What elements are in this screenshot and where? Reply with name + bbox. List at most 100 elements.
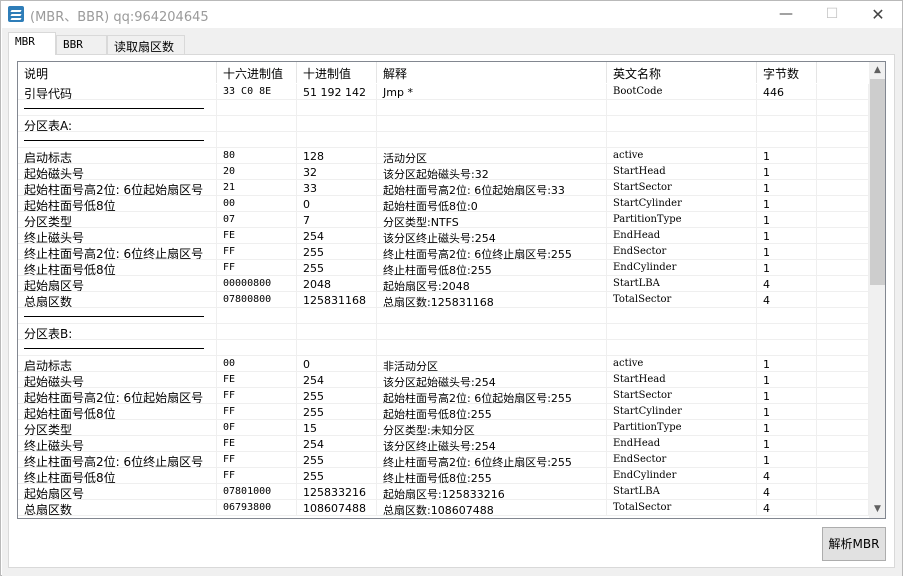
scroll-thumb[interactable]: [870, 79, 885, 285]
table-cell: 446: [757, 84, 817, 100]
table-cell: [18, 100, 217, 116]
column-header-english-name[interactable]: 英文名称: [607, 62, 757, 83]
table-cell: 该分区起始磁头号:32: [377, 164, 607, 180]
table-cell: 起始柱面号高2位: 6位起始扇区号:255: [377, 388, 607, 404]
column-header-explanation[interactable]: 解释: [377, 62, 607, 83]
table-cell: 分区类型:NTFS: [377, 212, 607, 228]
table-cell: FE: [217, 228, 297, 244]
table-row[interactable]: 起始柱面号高2位: 6位起始扇区号 FF 255 起始柱面号高2位: 6位起始扇区号:…: [18, 388, 869, 404]
table-row[interactable]: 分区类型 0F 15 分区类型:未知分区 PartitionType 1: [18, 420, 869, 436]
table-cell: StartHead: [607, 164, 757, 180]
table-row[interactable]: 终止柱面号高2位: 6位终止扇区号 FF 255 终止柱面号高2位: 6位终止扇区号:…: [18, 452, 869, 468]
table-row[interactable]: [18, 308, 869, 324]
table-cell: FF: [217, 244, 297, 260]
table-cell: 1: [757, 372, 817, 388]
table-row[interactable]: 起始扇区号 00000800 2048 起始扇区号:2048 StartLBA 4: [18, 276, 869, 292]
table-row[interactable]: 总扇区数 06793800 108607488 总扇区数:108607488 Total…: [18, 500, 869, 516]
table-cell: 终止柱面号高2位: 6位终止扇区号: [18, 244, 217, 260]
table-cell: [18, 308, 217, 324]
table-cell: 255: [297, 244, 377, 260]
table-cell: 分区表A:: [18, 116, 217, 132]
table-cell: 终止磁头号: [18, 228, 217, 244]
table-cell: 终止柱面号低8位:255: [377, 260, 607, 276]
table-row[interactable]: 起始磁头号 FE 254 该分区起始磁头号:254 StartHead 1: [18, 372, 869, 388]
table-row[interactable]: 总扇区数 07800800 125831168 总扇区数:125831168 Total…: [18, 292, 869, 308]
tab-bbr[interactable]: BBR: [56, 35, 107, 54]
table-cell: 起始柱面号低8位:255: [377, 404, 607, 420]
table-row[interactable]: 起始柱面号高2位: 6位起始扇区号 21 33 起始柱面号高2位: 6位起始扇区号:3…: [18, 180, 869, 196]
parse-mbr-button[interactable]: 解析MBR: [822, 527, 886, 561]
tab-mbr[interactable]: MBR: [8, 32, 56, 55]
title-bar[interactable]: (MBR、BBR) qq:964204645 — ☐ ✕: [1, 1, 902, 28]
column-header-description[interactable]: 说明: [18, 62, 217, 83]
table-cell-filler: [817, 420, 869, 436]
table-cell: 4: [757, 468, 817, 484]
table-cell: 起始扇区号:2048: [377, 276, 607, 292]
table-cell: 00: [217, 356, 297, 372]
scroll-down-icon[interactable]: ▼: [869, 501, 885, 518]
table-cell: 07: [217, 212, 297, 228]
minimize-button[interactable]: —: [763, 1, 809, 28]
app-window: (MBR、BBR) qq:964204645 — ☐ ✕ MBR BBR 读取扇…: [0, 0, 903, 576]
table-cell: 32: [297, 164, 377, 180]
table-cell: 总扇区数:125831168: [377, 292, 607, 308]
table-cell-filler: [817, 276, 869, 292]
table-cell: 255: [297, 452, 377, 468]
table-cell-filler: [817, 212, 869, 228]
table-cell: 1: [757, 356, 817, 372]
table-cell: PartitionType: [607, 212, 757, 228]
table-row[interactable]: [18, 340, 869, 356]
column-header-decimal-value[interactable]: 十进制值: [297, 62, 377, 83]
app-icon: [8, 6, 24, 22]
table-row[interactable]: [18, 132, 869, 148]
table-row[interactable]: 启动标志 00 0 非活动分区 active 1: [18, 356, 869, 372]
table-row[interactable]: 引导代码 33 C0 8E 51 192 142 Jmp * BootCode 446: [18, 84, 869, 100]
table-cell: 引导代码: [18, 84, 217, 100]
table-row[interactable]: 启动标志 80 128 活动分区 active 1: [18, 148, 869, 164]
close-button[interactable]: ✕: [855, 1, 901, 28]
table-row[interactable]: 分区表B:: [18, 324, 869, 340]
table-cell: [607, 100, 757, 116]
table-cell: 终止柱面号高2位: 6位终止扇区号:255: [377, 244, 607, 260]
scroll-up-icon[interactable]: ▲: [869, 62, 885, 79]
mbr-list-view[interactable]: 说明 十六进制值 十进制值 解释 英文名称 字节数 引导代码 33 C0 8E 51…: [17, 61, 886, 519]
table-row[interactable]: 起始柱面号低8位 00 0 起始柱面号低8位:0 StartCylinder 1: [18, 196, 869, 212]
table-row[interactable]: 终止柱面号低8位 FF 255 终止柱面号低8位:255 EndCylinder 4: [18, 468, 869, 484]
vertical-scrollbar[interactable]: ▲ ▼: [869, 62, 885, 518]
maximize-button[interactable]: ☐: [809, 1, 855, 28]
table-cell: [607, 308, 757, 324]
table-cell: active: [607, 148, 757, 164]
table-cell: 启动标志: [18, 148, 217, 164]
table-cell-filler: [817, 340, 869, 356]
table-row[interactable]: 终止柱面号低8位 FF 255 终止柱面号低8位:255 EndCylinder 1: [18, 260, 869, 276]
table-cell: FF: [217, 388, 297, 404]
table-cell: 终止柱面号高2位: 6位终止扇区号: [18, 452, 217, 468]
table-row[interactable]: 分区表A:: [18, 116, 869, 132]
tab-read-sector-count[interactable]: 读取扇区数: [107, 35, 185, 54]
table-cell-filler: [817, 84, 869, 100]
table-cell: [297, 100, 377, 116]
table-row[interactable]: 终止磁头号 FE 254 该分区终止磁头号:254 EndHead 1: [18, 228, 869, 244]
table-cell: 33: [297, 180, 377, 196]
table-cell: [377, 100, 607, 116]
table-cell: 00: [217, 196, 297, 212]
table-cell: 终止磁头号: [18, 436, 217, 452]
table-row[interactable]: 终止柱面号高2位: 6位终止扇区号 FF 255 终止柱面号高2位: 6位终止扇区号:…: [18, 244, 869, 260]
table-cell: EndSector: [607, 452, 757, 468]
table-row[interactable]: 起始扇区号 07801000 125833216 起始扇区号:125833216 Sta…: [18, 484, 869, 500]
column-header-byte-count[interactable]: 字节数: [757, 62, 817, 83]
table-row[interactable]: 起始柱面号低8位 FF 255 起始柱面号低8位:255 StartCylinder 1: [18, 404, 869, 420]
table-cell: 51 192 142: [297, 84, 377, 100]
table-cell-filler: [817, 116, 869, 132]
table-row[interactable]: 分区类型 07 7 分区类型:NTFS PartitionType 1: [18, 212, 869, 228]
table-row[interactable]: [18, 100, 869, 116]
table-row[interactable]: 终止磁头号 FE 254 该分区终止磁头号:254 EndHead 1: [18, 436, 869, 452]
table-cell: Jmp *: [377, 84, 607, 100]
table-cell: 起始柱面号低8位:0: [377, 196, 607, 212]
table-cell: [757, 116, 817, 132]
table-cell: 起始柱面号高2位: 6位起始扇区号: [18, 180, 217, 196]
column-header-hex-value[interactable]: 十六进制值: [217, 62, 297, 83]
table-cell-filler: [817, 324, 869, 340]
table-cell: 108607488: [297, 500, 377, 516]
table-row[interactable]: 起始磁头号 20 32 该分区起始磁头号:32 StartHead 1: [18, 164, 869, 180]
